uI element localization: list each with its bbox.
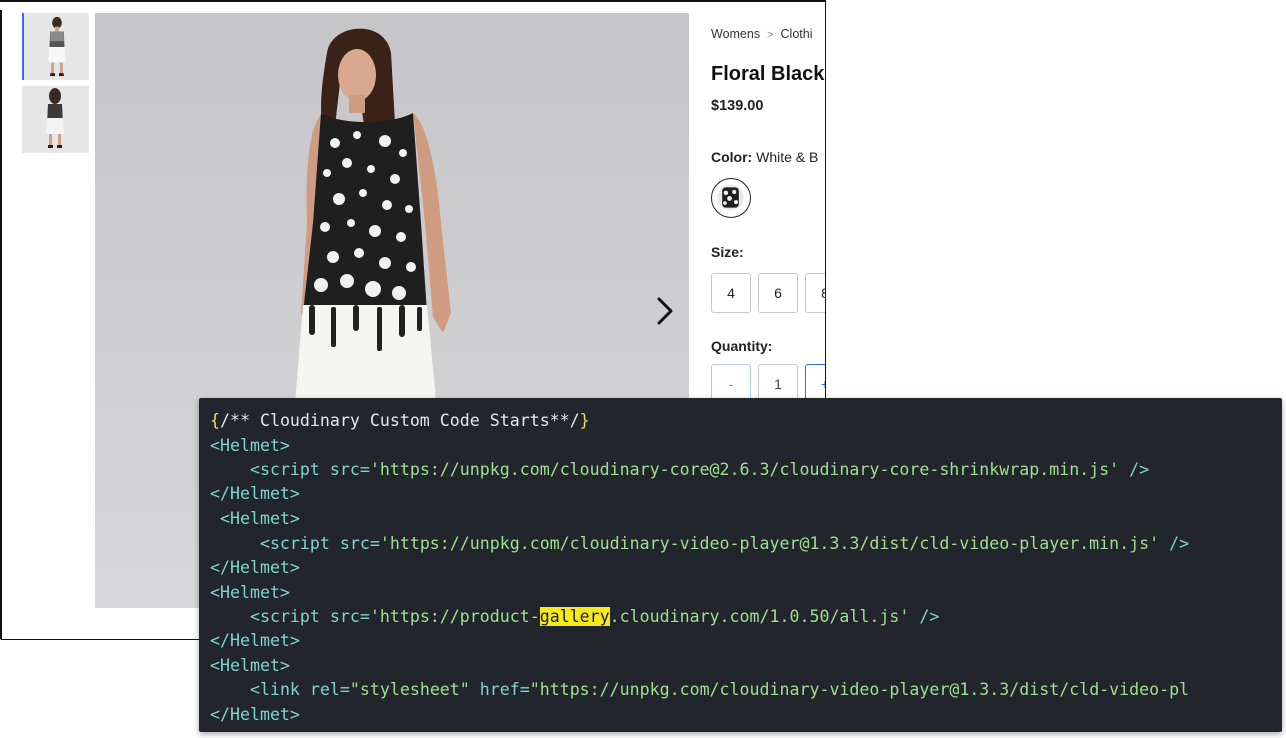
thumbnail-back-image (22, 86, 89, 153)
thumbnail-front[interactable] (22, 13, 89, 80)
color-swatch[interactable] (711, 178, 751, 218)
code-line-8: <Helmet> (210, 583, 290, 602)
product-price: $139.00 (711, 98, 764, 114)
code-line-6: <script src='https://unpkg.com/cloudinar… (259, 534, 1190, 553)
code-line-12: <link rel="stylesheet" href="https://unp… (249, 680, 1190, 699)
code-line-7: </Helmet> (210, 558, 300, 577)
code-line-3: <script src='https://unpkg.com/cloudinar… (249, 460, 1150, 479)
code-line-5: <Helmet> (220, 509, 300, 528)
size-label: Size: (711, 244, 744, 260)
code-line-10: </Helmet> (210, 631, 300, 650)
code-line-11: <Helmet> (210, 656, 290, 675)
breadcrumb: Womens > Clothi (711, 27, 813, 41)
color-swatch-pattern-icon (717, 184, 744, 211)
code-line-9: <script src='https://product-gallery.clo… (249, 607, 940, 626)
color-row: Color: White & B (711, 149, 818, 165)
thumbnail-front-image (24, 14, 89, 79)
code-line-1: {/** Cloudinary Custom Code Starts**/} (210, 411, 590, 430)
search-highlight: gallery (539, 607, 610, 626)
breadcrumb-womens[interactable]: Womens (711, 27, 760, 41)
code-snippet-panel: {/** Cloudinary Custom Code Starts**/} <… (199, 398, 1282, 732)
thumbnail-back[interactable] (22, 86, 89, 153)
next-image-chevron-icon[interactable] (651, 295, 679, 327)
code-line-4: </Helmet> (210, 484, 300, 503)
color-value: White & B (756, 149, 819, 165)
product-title: Floral Black (711, 63, 825, 85)
size-8-button[interactable]: 8 (805, 273, 825, 313)
breadcrumb-chevron-icon: > (767, 29, 774, 41)
code-line-13: </Helmet> (210, 705, 300, 724)
breadcrumb-clothing[interactable]: Clothi (781, 27, 813, 41)
color-label: Color: (711, 149, 753, 165)
size-6-button[interactable]: 6 (758, 273, 798, 313)
code-line-2: <Helmet> (210, 436, 290, 455)
quantity-label: Quantity: (711, 338, 773, 354)
size-4-button[interactable]: 4 (711, 273, 751, 313)
